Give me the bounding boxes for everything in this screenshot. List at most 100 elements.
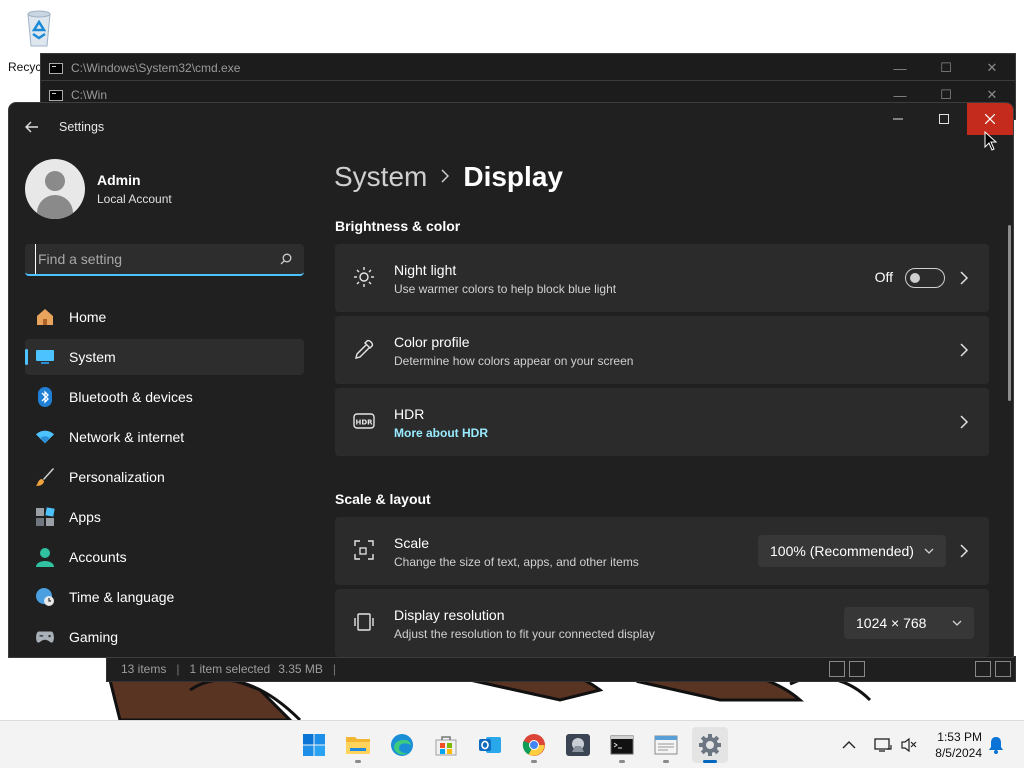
night-light-card[interactable]: Night light Use warmer colors to help bl…: [335, 244, 989, 312]
tiles-view-icon[interactable]: [995, 661, 1011, 677]
night-light-toggle[interactable]: [905, 268, 945, 288]
scale-title: Scale: [394, 535, 430, 551]
details-view-icon[interactable]: [975, 661, 991, 677]
sidebar-item-label: Personalization: [69, 469, 165, 485]
items-count: 13 items: [121, 662, 167, 676]
close-button[interactable]: ✕: [969, 54, 1015, 82]
taskbar-notepad[interactable]: [648, 727, 684, 763]
search-icon[interactable]: [280, 253, 292, 265]
color-profile-subtitle: Determine how colors appear on your scre…: [394, 354, 634, 368]
start-icon: [303, 734, 325, 756]
scale-value: 100% (Recommended): [770, 543, 914, 559]
content-scrollbar[interactable]: [1008, 225, 1011, 401]
selection-size: 3.35 MB: [278, 662, 323, 676]
sidebar-item-home[interactable]: Home: [25, 299, 304, 335]
sidebar-item-gaming[interactable]: Gaming: [25, 619, 304, 655]
taskbar-outlook[interactable]: [472, 727, 508, 763]
chevron-right-icon[interactable]: [959, 342, 969, 358]
sidebar-item-label: Network & internet: [69, 429, 185, 445]
taskbar-edge[interactable]: [384, 727, 420, 763]
taskbar-clock[interactable]: 1:53 PM 8/5/2024: [935, 729, 982, 761]
breadcrumb-parent[interactable]: System: [334, 161, 427, 193]
profile-card[interactable]: Admin Local Account: [25, 159, 172, 219]
brush-icon: [35, 467, 55, 487]
more-about-hdr-link[interactable]: More about HDR: [394, 426, 488, 440]
mouse-cursor: [984, 131, 998, 151]
hdr-card[interactable]: HDR HDR More about HDR: [335, 388, 989, 456]
section-heading-scale-layout: Scale & layout: [335, 491, 431, 507]
scale-icon: [354, 540, 374, 560]
notepad-icon: [654, 735, 678, 755]
minimize-button[interactable]: [875, 103, 921, 135]
sidebar-item-time-language[interactable]: Time & language: [25, 579, 304, 615]
scale-dropdown[interactable]: 100% (Recommended): [758, 535, 946, 567]
network-tray-button[interactable]: [874, 721, 892, 768]
taskbar-start-button[interactable]: [296, 727, 332, 763]
avatar: [25, 159, 85, 219]
recycle-bin-shortcut[interactable]: [14, 8, 64, 48]
chevron-right-icon[interactable]: [959, 543, 969, 559]
volume-muted-icon: [901, 737, 917, 753]
chevron-right-icon[interactable]: [959, 270, 969, 286]
hdr-icon: HDR: [353, 413, 375, 429]
sidebar-item-label: Time & language: [69, 589, 175, 605]
chevron-up-icon: [842, 741, 856, 749]
wifi-icon: [35, 427, 55, 447]
taskbar-game-app[interactable]: [560, 727, 596, 763]
breadcrumb: System Display: [334, 161, 563, 193]
settings-icon: [699, 734, 721, 756]
back-button[interactable]: [19, 115, 45, 139]
display-resolution-card[interactable]: Display resolution Adjust the resolution…: [335, 589, 989, 657]
terminal-icon: [610, 735, 634, 755]
svg-text:HDR: HDR: [355, 419, 373, 427]
chrome-icon: [522, 734, 545, 756]
cmd-title-text: C:\Win: [71, 88, 107, 102]
sidebar-item-system[interactable]: System: [25, 339, 304, 375]
scale-card[interactable]: Scale Change the size of text, apps, and…: [335, 517, 989, 585]
settings-window: Settings Admin Local Account Find a sett…: [8, 102, 1014, 658]
search-input[interactable]: [35, 244, 265, 274]
sidebar-item-personalization[interactable]: Personalization: [25, 459, 304, 495]
close-icon: [985, 114, 995, 124]
minimize-icon: [893, 118, 903, 120]
chevron-down-icon: [924, 548, 934, 554]
sidebar-item-apps[interactable]: Apps: [25, 499, 304, 535]
maximize-icon: [939, 114, 949, 124]
minimize-button[interactable]: —: [877, 54, 923, 82]
apps-icon: [35, 507, 55, 527]
taskbar-store[interactable]: [428, 727, 464, 763]
sidebar-nav: Home System Bluetooth & devices Network …: [25, 299, 304, 657]
sidebar-item-label: Gaming: [69, 629, 119, 645]
taskbar-file-explorer[interactable]: [340, 727, 376, 763]
clock-time: 1:53 PM: [937, 730, 982, 744]
sidebar-item-accounts[interactable]: Accounts: [25, 539, 304, 575]
night-light-title: Night light: [394, 262, 457, 278]
chevron-right-icon[interactable]: [959, 414, 969, 430]
tiles-view-icon[interactable]: [849, 661, 865, 677]
taskbar-settings[interactable]: [692, 727, 728, 763]
sidebar-item-network[interactable]: Network & internet: [25, 419, 304, 455]
tray-overflow-button[interactable]: [842, 721, 856, 768]
maximize-button[interactable]: ☐: [923, 54, 969, 82]
taskbar-chrome[interactable]: [516, 727, 552, 763]
settings-titlebar: Settings: [9, 103, 1013, 151]
notifications-button[interactable]: [988, 721, 1004, 768]
sidebar-item-label: Accounts: [69, 549, 127, 565]
resolution-value: 1024 × 768: [856, 615, 927, 631]
color-profile-card[interactable]: Color profile Determine how colors appea…: [335, 316, 989, 384]
resolution-dropdown[interactable]: 1024 × 768: [844, 607, 974, 639]
taskbar-terminal[interactable]: [604, 727, 640, 763]
breadcrumb-chevron-icon: [441, 166, 450, 189]
app-title: Settings: [59, 120, 105, 134]
clock-date: 8/5/2024: [935, 746, 982, 760]
cmd-titlebar: C:\Windows\System32\cmd.exe: [41, 54, 1015, 82]
volume-tray-button[interactable]: [900, 721, 918, 768]
details-view-icon[interactable]: [829, 661, 845, 677]
maximize-button[interactable]: [921, 103, 967, 135]
gamepad-icon: [35, 627, 55, 647]
eyedropper-icon: [355, 339, 374, 359]
profile-account-type: Local Account: [97, 192, 172, 206]
search-box[interactable]: [25, 244, 304, 276]
globe-clock-icon: [35, 587, 55, 607]
sidebar-item-bluetooth[interactable]: Bluetooth & devices: [25, 379, 304, 415]
